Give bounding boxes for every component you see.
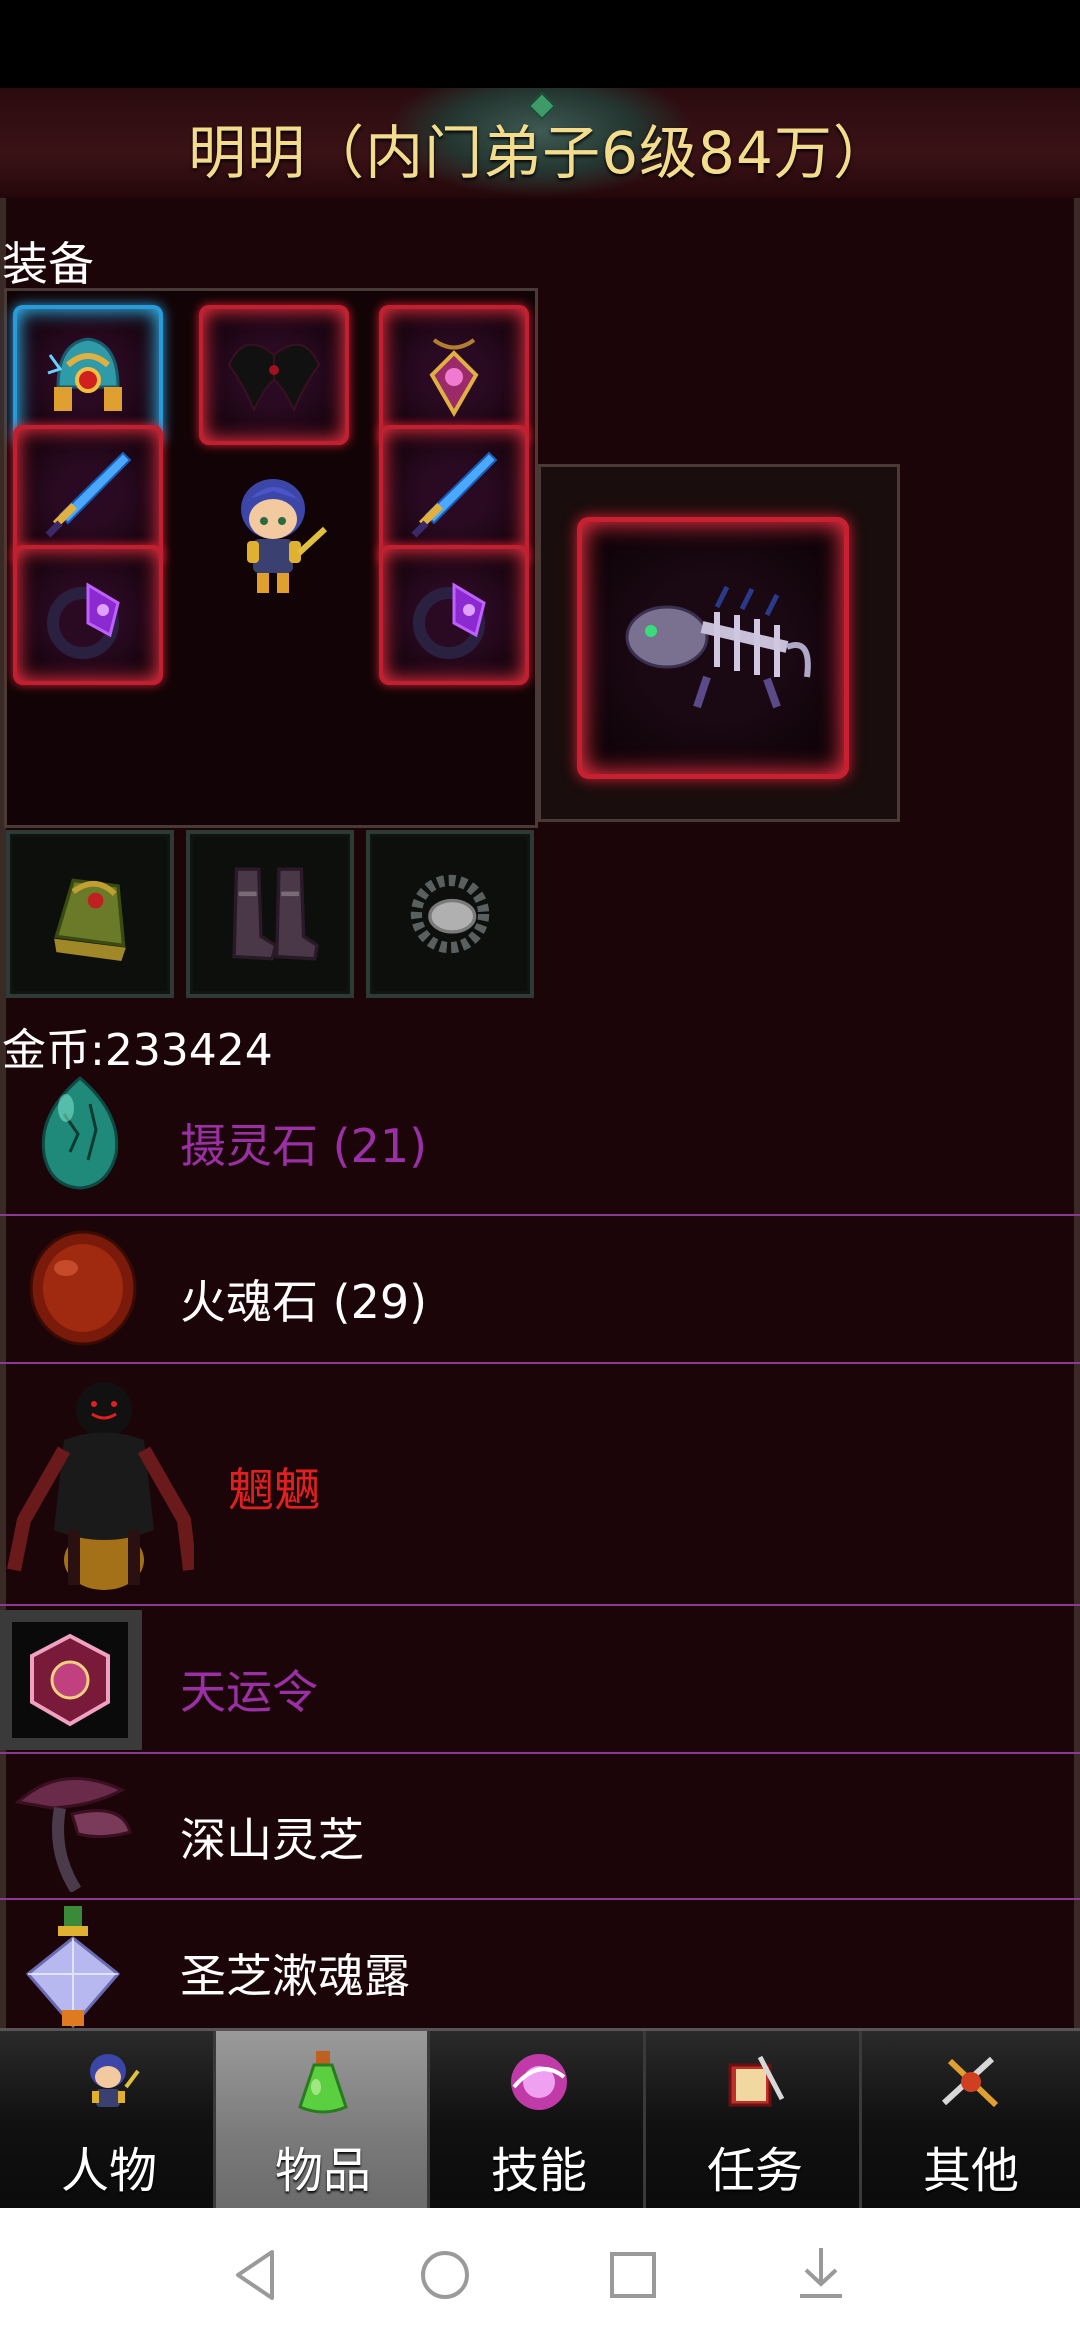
list-item[interactable]: 圣芝漱魂露 [0,1900,1080,2028]
equipment-label: 装备 [2,237,94,291]
skill-orb-icon [511,2054,567,2110]
list-item[interactable]: 魍魉 [0,1364,1080,1606]
item-name: 圣芝漱魂露 [180,1949,410,2003]
system-nav-bar [0,2208,1080,2340]
equip-slot-ring-left[interactable] [13,545,163,685]
character-icon [90,2054,140,2107]
equip-slot-ring-right[interactable] [379,545,529,685]
list-item[interactable]: 摄灵石 (21) [0,1046,1080,1216]
item-name: 火魂石 (29) [180,1275,428,1329]
boots-icon [232,867,319,961]
list-item[interactable]: 深山灵芝 [0,1754,1080,1900]
demon-icon [7,1382,194,1590]
green-egg-icon [41,1076,119,1190]
ring-icon [413,582,486,659]
tab-label: 技能 [490,2143,587,2199]
equip-slot-wings[interactable] [199,305,349,445]
tab-label: 物品 [274,2143,371,2199]
recents-icon[interactable] [598,2240,668,2310]
crystal-bottle-icon [25,1906,121,2028]
pet-panel [538,464,900,822]
title-bar: 明明（内门弟子6级84万） [0,88,1080,201]
equip-slot-helmet[interactable] [13,305,163,445]
red-stone-icon [29,1230,137,1346]
tab-label: 其他 [922,2143,1019,2199]
tab-other[interactable]: 其他 [864,2031,1078,2211]
bracer-icon [54,878,126,962]
home-icon[interactable] [410,2240,480,2310]
bead-bracelet-icon [410,874,490,954]
equip-slot-bracer[interactable] [6,830,174,998]
equip-slot-weapon-left[interactable] [13,425,163,565]
sword-icon [411,451,498,538]
item-name: 魍魉 [228,1463,320,1517]
sword-icon [45,451,132,538]
potion-icon [298,2051,348,2114]
character-title: 明明（内门弟子6级84万） [188,119,892,187]
list-item[interactable]: 天运令 [0,1606,1080,1754]
crossed-swords-icon [941,2056,999,2108]
equip-slot-bracelet[interactable] [366,830,534,998]
equip-slot-weapon-right[interactable] [379,425,529,565]
wings-icon [227,343,321,413]
ring-icon [47,582,120,659]
tab-character[interactable]: 人物 [2,2031,216,2211]
item-name: 天运令 [180,1665,318,1719]
status-bar [0,0,1080,88]
item-name: 深山灵芝 [180,1813,364,1867]
skeleton-beast-icon [625,585,811,709]
equip-slot-boots[interactable] [186,830,354,998]
back-icon[interactable] [222,2240,292,2310]
helmet-icon [47,337,122,411]
tab-label: 人物 [60,2143,157,2199]
equipment-grid [4,288,538,828]
quest-book-icon [728,2055,785,2107]
tab-label: 任务 [706,2143,803,2199]
amulet-icon [429,338,479,417]
list-item[interactable]: 火魂石 (29) [0,1216,1080,1364]
character-avatar [241,479,328,593]
mushroom-icon [14,1777,132,1892]
tab-items[interactable]: 物品 [216,2031,430,2211]
tab-skills[interactable]: 技能 [432,2031,646,2211]
bottom-tab-bar: 人物 物品 技能 任务 其他 [0,2028,1080,2211]
pet-slot[interactable] [577,517,849,779]
notification-icon[interactable] [786,2240,856,2310]
equip-slot-amulet[interactable] [379,305,529,445]
token-icon-frame [0,1610,142,1750]
item-name: 摄灵石 (21) [180,1119,428,1173]
tab-quests[interactable]: 任务 [648,2031,862,2211]
token-icon [12,1622,128,1738]
